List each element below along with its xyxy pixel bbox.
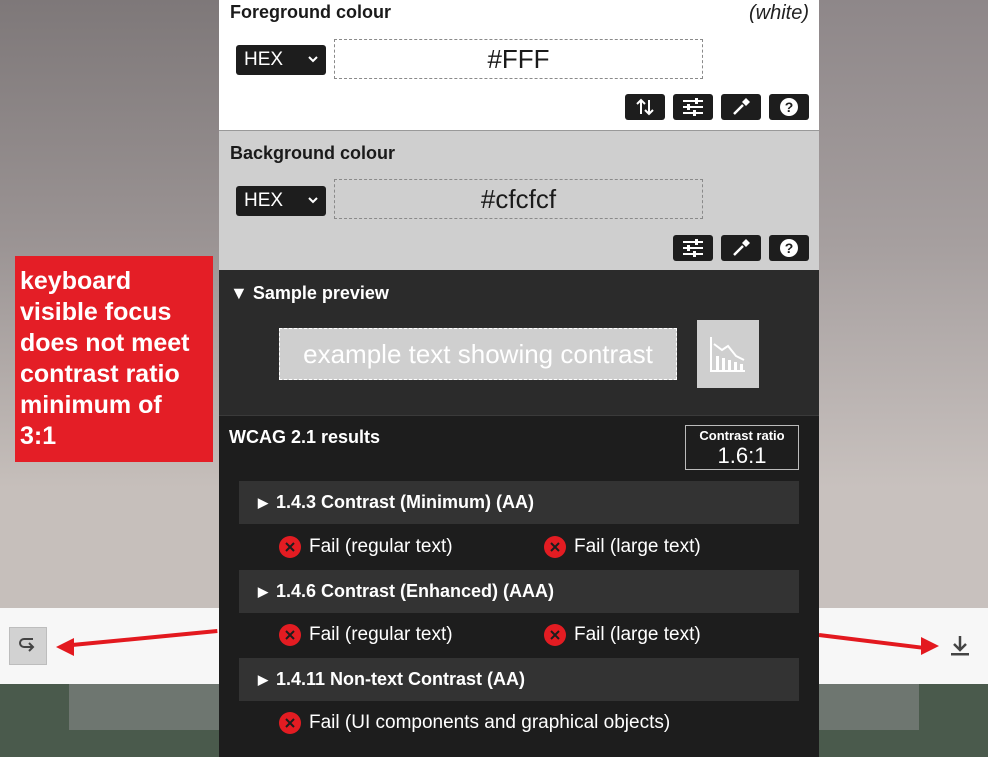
eyedropper-icon <box>733 239 750 256</box>
foreground-format-select[interactable]: HEX <box>236 45 326 75</box>
replay-button[interactable] <box>9 627 47 665</box>
svg-text:?: ? <box>785 240 794 256</box>
fail-x-icon <box>279 712 301 734</box>
annotation-arrowhead-right <box>921 637 939 655</box>
fail-label: Fail (large text) <box>574 624 701 645</box>
background-format-value: HEX <box>244 190 284 211</box>
foreground-adjust-button[interactable] <box>673 94 713 120</box>
foreground-format-value: HEX <box>244 49 284 70</box>
swap-colors-button[interactable] <box>625 94 665 120</box>
foreground-eyedropper-button[interactable] <box>721 94 761 120</box>
foreground-title: Foreground colour <box>230 2 391 22</box>
background-title: Background colour <box>230 143 396 163</box>
criterion-label: 1.4.3 Contrast (Minimum) (AA) <box>276 492 535 512</box>
criterion-1-4-6-toggle[interactable]: ▶ 1.4.6 Contrast (Enhanced) (AAA) <box>239 570 799 613</box>
download-icon <box>951 636 969 656</box>
fail-label: Fail (UI components and graphical object… <box>309 712 671 733</box>
chart-icon <box>710 337 745 372</box>
sample-preview-title: Sample preview <box>252 283 389 303</box>
background-section: Background colour HEX #cfcfcf ? <box>219 131 819 270</box>
fail-x-icon <box>279 536 301 558</box>
sliders-icon <box>683 239 703 257</box>
fail-x-icon <box>544 624 566 646</box>
chevron-down-icon <box>308 197 318 204</box>
triangle-down-icon: ▼ <box>230 283 248 303</box>
annotation-callout: keyboard visible focus does not meet con… <box>15 256 213 462</box>
background-adjust-button[interactable] <box>673 235 713 261</box>
fail-result: Fail (UI components and graphical object… <box>279 712 670 734</box>
svg-text:?: ? <box>785 99 794 115</box>
background-hex-input[interactable]: #cfcfcf <box>334 179 703 219</box>
fail-label: Fail (large text) <box>574 536 701 557</box>
sample-preview-section: ▼ Sample preview example text showing co… <box>219 270 819 416</box>
help-icon: ? <box>780 239 798 257</box>
background-format-select[interactable]: HEX <box>236 186 326 216</box>
triangle-right-icon: ▶ <box>258 583 268 599</box>
fail-x-icon <box>544 536 566 558</box>
foreground-help-button[interactable]: ? <box>769 94 809 120</box>
fail-result: Fail (regular text) <box>279 536 453 558</box>
eyedropper-icon <box>733 98 750 115</box>
page-background-right <box>818 0 988 610</box>
help-icon: ? <box>780 98 798 116</box>
replay-icon <box>19 638 35 652</box>
background-help-button[interactable]: ? <box>769 235 809 261</box>
foreground-color-name: (white) <box>748 2 809 24</box>
chart-button[interactable] <box>697 320 759 388</box>
annotation-arrowhead-left <box>56 638 74 656</box>
download-button[interactable] <box>944 630 976 662</box>
contrast-checker-panel: Foreground colour (white) HEX #FFF ? Bac… <box>219 0 819 757</box>
contrast-ratio-box: Contrast ratio 1.6:1 <box>685 425 799 470</box>
criterion-1-4-11-toggle[interactable]: ▶ 1.4.11 Non-text Contrast (AA) <box>239 658 799 701</box>
wcag-results-title: WCAG 2.1 results <box>229 427 381 447</box>
contrast-ratio-value: 1.6:1 <box>717 443 767 468</box>
triangle-right-icon: ▶ <box>258 494 268 510</box>
sliders-icon <box>683 98 703 116</box>
foreground-hex-input[interactable]: #FFF <box>334 39 703 79</box>
fail-label: Fail (regular text) <box>309 536 453 557</box>
foreground-section: Foreground colour (white) HEX #FFF ? <box>219 0 819 131</box>
chevron-down-icon <box>308 56 318 63</box>
fail-label: Fail (regular text) <box>309 624 453 645</box>
fail-x-icon <box>279 624 301 646</box>
criterion-label: 1.4.6 Contrast (Enhanced) (AAA) <box>276 581 555 601</box>
swap-icon <box>636 98 654 116</box>
sample-preview-toggle[interactable]: ▼ Sample preview <box>230 283 389 304</box>
fail-result: Fail (large text) <box>544 536 701 558</box>
background-eyedropper-button[interactable] <box>721 235 761 261</box>
wcag-results-section: WCAG 2.1 results Contrast ratio 1.6:1 ▶ … <box>219 416 819 757</box>
contrast-ratio-label: Contrast ratio <box>699 428 785 443</box>
criterion-label: 1.4.11 Non-text Contrast (AA) <box>276 669 526 689</box>
sample-text-box: example text showing contrast <box>279 328 677 380</box>
fail-result: Fail (large text) <box>544 624 701 646</box>
criterion-1-4-3-toggle[interactable]: ▶ 1.4.3 Contrast (Minimum) (AA) <box>239 481 799 524</box>
fail-result: Fail (regular text) <box>279 624 453 646</box>
triangle-right-icon: ▶ <box>258 671 268 687</box>
